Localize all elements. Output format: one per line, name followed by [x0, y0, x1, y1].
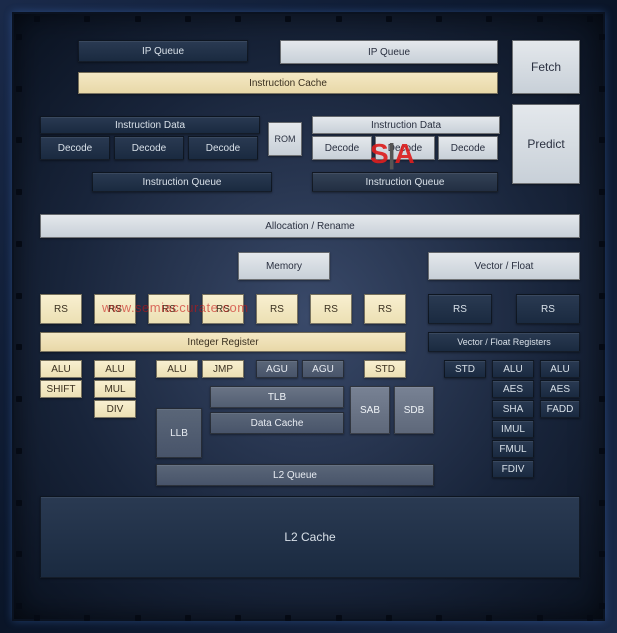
vec-aes-1: AES — [540, 380, 580, 398]
chip-die: IP Queue IP Queue Fetch Instruction Cach… — [12, 12, 605, 621]
ip-queue-right: IP Queue — [280, 40, 498, 64]
rs-int-0: RS — [40, 294, 82, 324]
decode-4: Decode — [312, 136, 372, 160]
decode-6: Decode — [438, 136, 498, 160]
l2-queue: L2 Queue — [156, 464, 434, 486]
rs-mem-1: RS — [310, 294, 352, 324]
instruction-data-left: Instruction Data — [40, 116, 260, 134]
fetch-stage: Fetch — [512, 40, 580, 94]
l2-cache: L2 Cache — [40, 496, 580, 578]
vec-alu-1: ALU — [540, 360, 580, 378]
vec-fmul: FMUL — [492, 440, 534, 458]
integer-register-file: Integer Register — [40, 332, 406, 352]
exec-alu-2: ALU — [156, 360, 198, 378]
watermark-a: A — [395, 138, 414, 169]
llb: LLB — [156, 408, 202, 458]
watermark-url: www.semiaccurate.com — [102, 300, 249, 315]
exec-div: DIV — [94, 400, 136, 418]
watermark-s: S — [370, 138, 388, 169]
sab: SAB — [350, 386, 390, 434]
vec-sha: SHA — [492, 400, 534, 418]
predict-stage: Predict — [512, 104, 580, 184]
exec-std-int: STD — [364, 360, 406, 378]
rs-mem-0: RS — [256, 294, 298, 324]
watermark-logo: S|A — [370, 138, 414, 170]
core-layout: IP Queue IP Queue Fetch Instruction Cach… — [40, 40, 577, 593]
vector-float-registers: Vector / Float Registers — [428, 332, 580, 352]
rs-mem-2: RS — [364, 294, 406, 324]
allocation-rename: Allocation / Rename — [40, 214, 580, 238]
vec-fadd: FADD — [540, 400, 580, 418]
rs-vec-1: RS — [516, 294, 580, 324]
decode-2: Decode — [114, 136, 184, 160]
decode-3: Decode — [188, 136, 258, 160]
instruction-queue-left: Instruction Queue — [92, 172, 272, 192]
instruction-cache: Instruction Cache — [78, 72, 498, 94]
exec-mul: MUL — [94, 380, 136, 398]
exec-alu-0: ALU — [40, 360, 82, 378]
vec-imul: IMUL — [492, 420, 534, 438]
vector-float-scheduler: Vector / Float — [428, 252, 580, 280]
ip-queue-left: IP Queue — [78, 40, 248, 62]
instruction-data-right: Instruction Data — [312, 116, 500, 134]
vec-std: STD — [444, 360, 486, 378]
memory-scheduler: Memory — [238, 252, 330, 280]
decode-1: Decode — [40, 136, 110, 160]
exec-alu-1: ALU — [94, 360, 136, 378]
instruction-queue-right: Instruction Queue — [312, 172, 498, 192]
microcode-rom: ROM — [268, 122, 302, 156]
exec-shift: SHIFT — [40, 380, 82, 398]
exec-jmp: JMP — [202, 360, 244, 378]
vec-aes-0: AES — [492, 380, 534, 398]
exec-agu-0: AGU — [256, 360, 298, 378]
sdb: SDB — [394, 386, 434, 434]
exec-agu-1: AGU — [302, 360, 344, 378]
data-cache: Data Cache — [210, 412, 344, 434]
vec-fdiv: FDIV — [492, 460, 534, 478]
watermark-sep: | — [388, 138, 395, 169]
rs-vec-0: RS — [428, 294, 492, 324]
tlb: TLB — [210, 386, 344, 408]
vec-alu-0: ALU — [492, 360, 534, 378]
